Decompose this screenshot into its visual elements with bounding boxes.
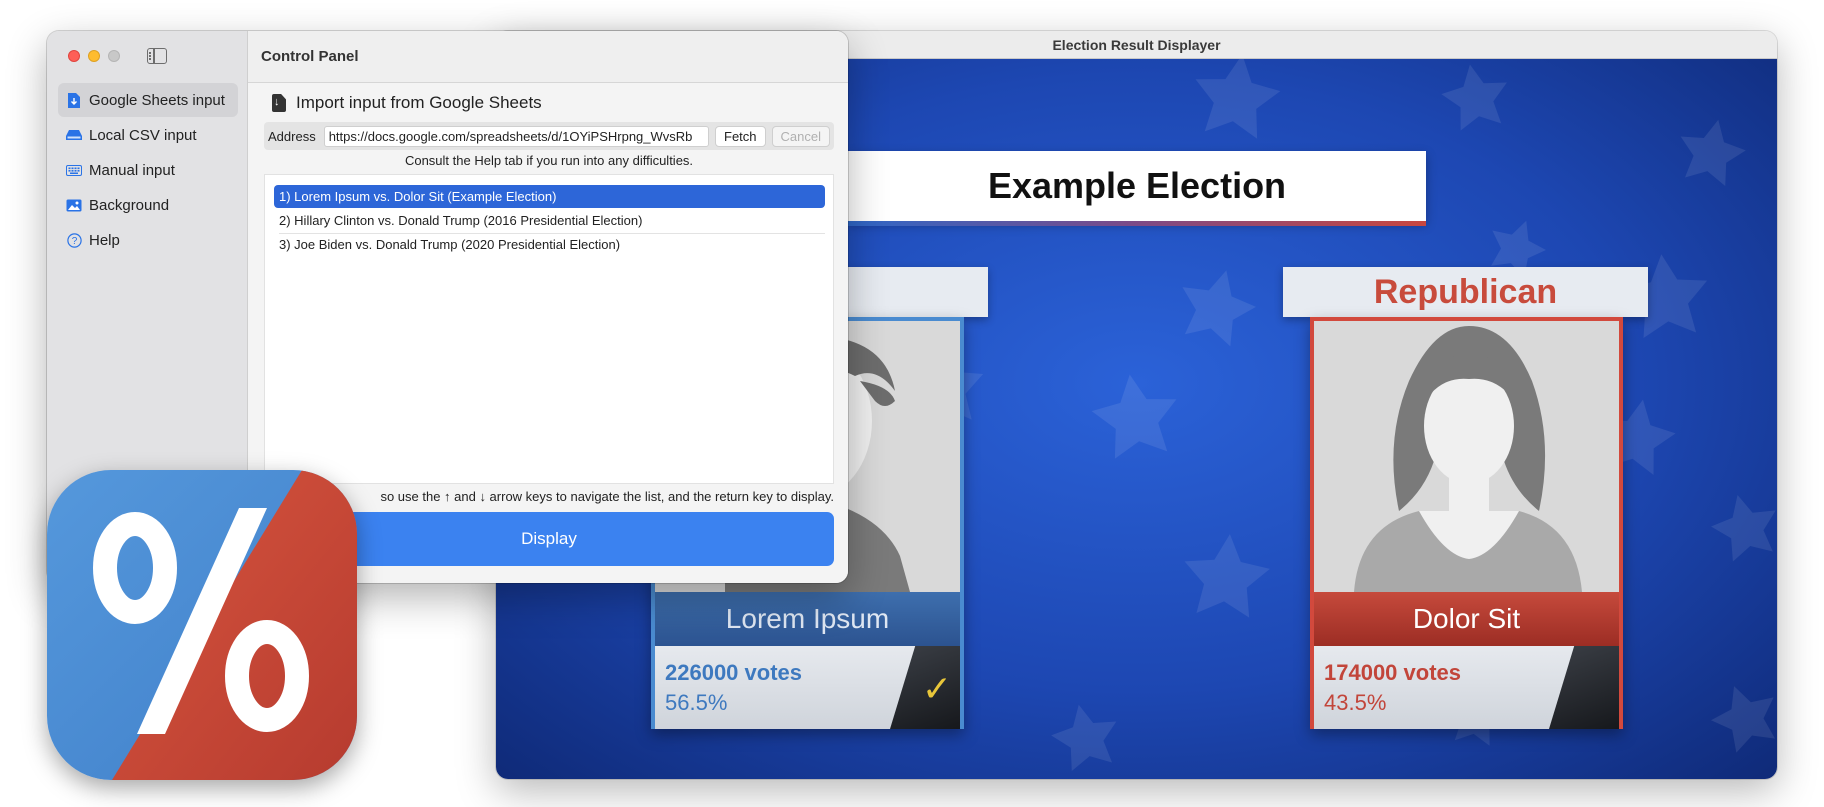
result-panel-democrat: 226000 votes 56.5% ✓ bbox=[655, 646, 960, 729]
help-icon: ? bbox=[66, 232, 82, 248]
election-title-box: Example Election bbox=[848, 151, 1426, 226]
sidebar-toggle-icon[interactable] bbox=[147, 48, 167, 64]
navigation-hint: so use the ↑ and ↓ arrow keys to navigat… bbox=[380, 489, 834, 504]
sidebar-item-label: Local CSV input bbox=[89, 126, 197, 144]
percent-logo-icon bbox=[47, 470, 357, 780]
panel-title: Control Panel bbox=[248, 31, 848, 83]
sidebar-item-background[interactable]: Background bbox=[58, 188, 238, 222]
document-download-icon bbox=[272, 94, 286, 112]
drive-icon bbox=[66, 127, 82, 143]
svg-text:?: ? bbox=[71, 236, 77, 247]
sidebar-item-local-csv-input[interactable]: Local CSV input bbox=[58, 118, 238, 152]
sidebar-item-google-sheets-input[interactable]: Google Sheets input bbox=[58, 83, 238, 117]
candidate-name-republican: Dolor Sit bbox=[1314, 592, 1619, 646]
result-slash-panel bbox=[1549, 646, 1619, 729]
election-list[interactable]: 1) Lorem Ipsum vs. Dolor Sit (Example El… bbox=[264, 174, 834, 484]
fetch-button[interactable]: Fetch bbox=[715, 125, 766, 147]
sidebar-item-label: Help bbox=[89, 231, 120, 249]
help-note: Consult the Help tab if you run into any… bbox=[404, 153, 694, 168]
woman-silhouette-icon bbox=[1314, 321, 1619, 592]
import-heading: Import input from Google Sheets bbox=[272, 93, 542, 113]
import-heading-text: Import input from Google Sheets bbox=[296, 93, 542, 112]
vote-count-republican: 174000 votes bbox=[1324, 660, 1461, 685]
document-icon bbox=[66, 92, 82, 108]
photo-icon bbox=[66, 197, 82, 213]
vote-percent-republican: 43.5% bbox=[1324, 690, 1387, 715]
sidebar-item-help[interactable]: ? Help bbox=[58, 223, 238, 257]
vote-percent-democrat: 56.5% bbox=[665, 690, 728, 715]
address-label: Address bbox=[268, 128, 316, 144]
winner-check-icon: ✓ bbox=[921, 668, 952, 709]
party-banner-republican: Republican bbox=[1283, 267, 1648, 317]
app-icon bbox=[47, 470, 357, 780]
list-item[interactable]: 1) Lorem Ipsum vs. Dolor Sit (Example El… bbox=[274, 185, 825, 208]
close-window-button[interactable] bbox=[68, 50, 80, 62]
list-item[interactable]: 2) Hillary Clinton vs. Donald Trump (201… bbox=[274, 209, 825, 232]
list-item[interactable]: 3) Joe Biden vs. Donald Trump (2020 Pres… bbox=[274, 233, 825, 256]
candidate-photo-placeholder-woman bbox=[1314, 321, 1619, 592]
sidebar-item-label: Background bbox=[89, 196, 170, 214]
sidebar-item-label: Manual input bbox=[89, 161, 175, 179]
candidate-card-republican: Dolor Sit 174000 votes 43.5% bbox=[1310, 317, 1623, 729]
sidebar-item-label: Google Sheets input bbox=[89, 91, 225, 109]
zoom-window-button[interactable] bbox=[108, 50, 120, 62]
keyboard-icon bbox=[66, 162, 82, 178]
address-input[interactable]: https://docs.google.com/spreadsheets/d/1… bbox=[323, 125, 710, 147]
result-panel-republican: 174000 votes 43.5% bbox=[1314, 646, 1619, 729]
cancel-button[interactable]: Cancel bbox=[771, 125, 830, 147]
election-title: Example Election bbox=[987, 165, 1287, 206]
minimize-window-button[interactable] bbox=[88, 50, 100, 62]
candidate-name-democrat: Lorem Ipsum bbox=[655, 592, 960, 646]
vote-count-democrat: 226000 votes bbox=[665, 660, 802, 685]
address-row: Address https://docs.google.com/spreadsh… bbox=[264, 122, 834, 150]
sidebar-item-manual-input[interactable]: Manual input bbox=[58, 153, 238, 187]
